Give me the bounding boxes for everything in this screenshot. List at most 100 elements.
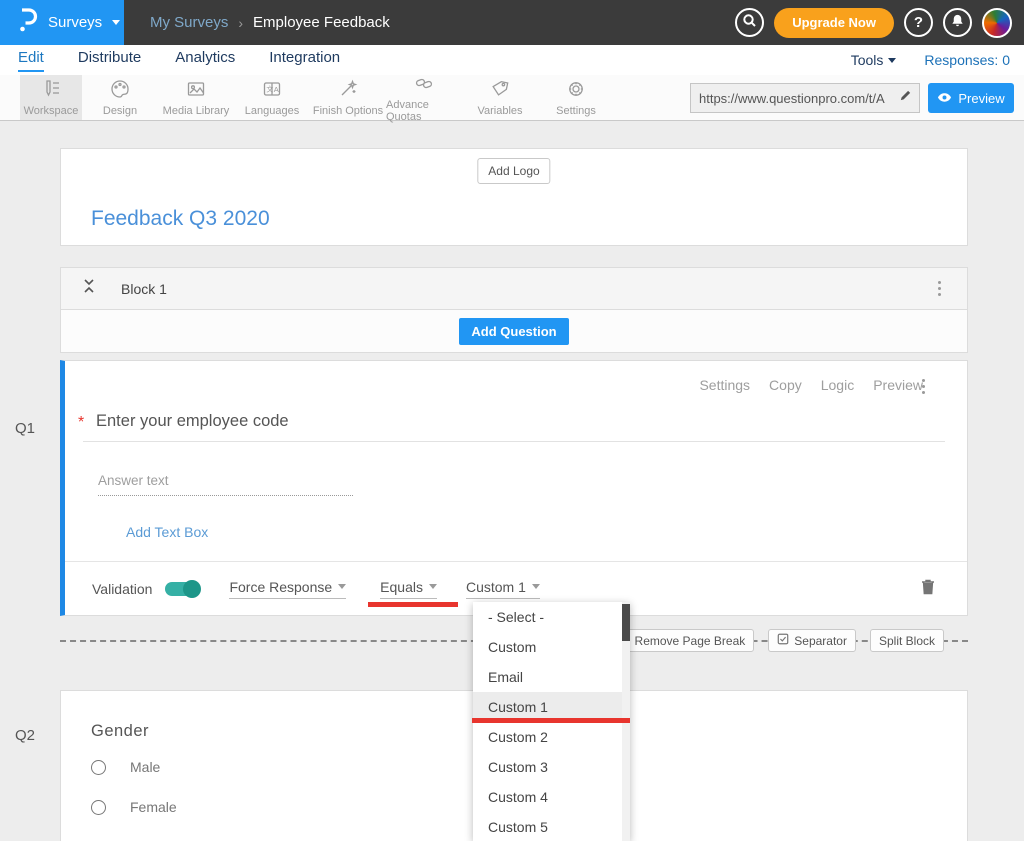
svg-text:A: A [274, 84, 279, 93]
chevron-down-icon [338, 584, 346, 589]
toolbar-item-languages[interactable]: 文A Languages [234, 75, 310, 120]
radio-button[interactable] [91, 760, 106, 775]
breadcrumb-parent[interactable]: My Surveys [150, 14, 228, 31]
separator-button[interactable]: Separator [768, 629, 856, 652]
tab-integration[interactable]: Integration [269, 49, 340, 72]
preview-button[interactable]: Preview [928, 83, 1014, 113]
survey-editor-page: Surveys My Surveys › Employee Feedback U… [0, 0, 1024, 841]
product-name: Surveys [48, 14, 102, 31]
question-1-card: Settings Copy Logic Preview * Enter your… [60, 360, 968, 616]
radio-button[interactable] [91, 800, 106, 815]
chevron-down-icon [429, 584, 437, 589]
breadcrumb-separator-icon: › [238, 15, 243, 31]
survey-url-value[interactable]: https://www.questionpro.com/t/A [691, 91, 891, 106]
operator-dropdown[interactable]: Equals [380, 579, 437, 599]
toolbar-item-advance-quotas[interactable]: Advance Quotas [386, 75, 462, 120]
validation-label: Validation [92, 581, 152, 597]
scrollbar-thumb[interactable] [622, 604, 630, 641]
image-icon [186, 79, 206, 102]
trash-icon[interactable] [921, 578, 935, 600]
question-kebab-menu-icon[interactable] [922, 379, 925, 394]
nav-tabs: Edit Distribute Analytics Integration [0, 49, 340, 72]
nav-right: Tools Responses: 0 [851, 52, 1024, 68]
question-logic-link[interactable]: Logic [821, 377, 854, 393]
question-number-q1: Q1 [15, 420, 35, 437]
validation-toggle[interactable] [165, 582, 199, 596]
validation-value-dropdown[interactable]: Custom 1 [466, 579, 540, 599]
dropdown-option-custom-3[interactable]: Custom 3 [473, 752, 630, 782]
option-label[interactable]: Male [130, 759, 160, 775]
tab-analytics[interactable]: Analytics [175, 49, 235, 72]
question-actions: Settings Copy Logic Preview [699, 377, 923, 393]
bell-icon [950, 13, 965, 32]
questionpro-logo-icon [16, 7, 38, 38]
workspace-icon [41, 79, 61, 102]
toggle-knob [183, 580, 201, 598]
question-text[interactable]: Gender [91, 722, 149, 741]
toolbar-item-finish-options[interactable]: Finish Options [310, 75, 386, 120]
dropdown-option-custom-4[interactable]: Custom 4 [473, 782, 630, 812]
edit-pencil-icon[interactable] [891, 89, 919, 107]
toolbar-item-design[interactable]: Design [82, 75, 158, 120]
question-text[interactable]: Enter your employee code [96, 412, 289, 431]
block-title[interactable]: Block 1 [121, 281, 167, 297]
top-bar: Surveys My Surveys › Employee Feedback U… [0, 0, 1024, 45]
chevron-down-icon [112, 20, 120, 25]
force-response-dropdown[interactable]: Force Response [229, 579, 346, 599]
toolbar-item-workspace[interactable]: Workspace [20, 75, 82, 120]
answer-option-female: Female [91, 799, 177, 815]
translate-icon: 文A [262, 79, 282, 102]
tab-edit[interactable]: Edit [18, 49, 44, 72]
toolbar-item-variables[interactable]: Variables [462, 75, 538, 120]
chevron-down-icon [532, 584, 540, 589]
add-question-strip: Add Question [60, 310, 968, 353]
answer-option-male: Male [91, 759, 160, 775]
dropdown-option-custom-5[interactable]: Custom 5 [473, 812, 630, 841]
palette-icon [110, 79, 130, 102]
annotation-underline-custom-1 [472, 718, 630, 723]
editor-toolbar: Workspace Design Media Library 文A Langua… [0, 75, 1024, 121]
add-question-button[interactable]: Add Question [459, 318, 568, 345]
question-copy-link[interactable]: Copy [769, 377, 802, 393]
search-icon [742, 13, 757, 32]
help-button[interactable]: ? [904, 8, 933, 37]
product-switcher[interactable]: Surveys [0, 0, 124, 45]
tab-distribute[interactable]: Distribute [78, 49, 141, 72]
breadcrumb-current: Employee Feedback [253, 14, 390, 31]
magic-wand-icon [338, 79, 358, 102]
collapse-block-icon[interactable] [83, 278, 95, 299]
dropdown-option-email[interactable]: Email [473, 662, 630, 692]
question-text-underline [83, 441, 945, 442]
dropdown-option-custom[interactable]: Custom [473, 632, 630, 662]
search-button[interactable] [735, 8, 764, 37]
avatar[interactable] [982, 8, 1012, 38]
add-logo-button[interactable]: Add Logo [477, 158, 550, 184]
block-kebab-menu-icon[interactable] [938, 281, 941, 296]
topbar-actions: Upgrade Now ? [735, 8, 1024, 38]
checkbox-checked-icon [777, 633, 789, 648]
toolbar-item-settings[interactable]: Settings [538, 75, 614, 120]
notifications-button[interactable] [943, 8, 972, 37]
dropdown-option-custom-2[interactable]: Custom 2 [473, 722, 630, 752]
add-text-box-link[interactable]: Add Text Box [126, 524, 208, 540]
survey-title[interactable]: Feedback Q3 2020 [91, 207, 270, 231]
answer-text-field[interactable]: Answer text [98, 473, 353, 496]
survey-header-card: Add Logo Feedback Q3 2020 [60, 148, 968, 246]
option-label[interactable]: Female [130, 799, 177, 815]
nav-row: Edit Distribute Analytics Integration To… [0, 45, 1024, 75]
block-header: Block 1 [60, 267, 968, 310]
upgrade-now-button[interactable]: Upgrade Now [774, 8, 894, 38]
responses-count[interactable]: Responses: 0 [924, 52, 1010, 68]
toolbar-item-media-library[interactable]: Media Library [158, 75, 234, 120]
question-preview-link[interactable]: Preview [873, 377, 923, 393]
tag-icon [490, 79, 510, 102]
remove-page-break-button[interactable]: Remove Page Break [609, 629, 755, 652]
question-settings-link[interactable]: Settings [699, 377, 750, 393]
svg-text:文: 文 [266, 84, 273, 93]
eye-icon [937, 91, 952, 106]
dropdown-option-select[interactable]: - Select - [473, 602, 630, 632]
annotation-underline-equals [368, 602, 458, 607]
survey-url-field[interactable]: https://www.questionpro.com/t/A [690, 83, 920, 113]
tools-menu[interactable]: Tools [851, 52, 897, 68]
split-block-button[interactable]: Split Block [870, 629, 944, 652]
